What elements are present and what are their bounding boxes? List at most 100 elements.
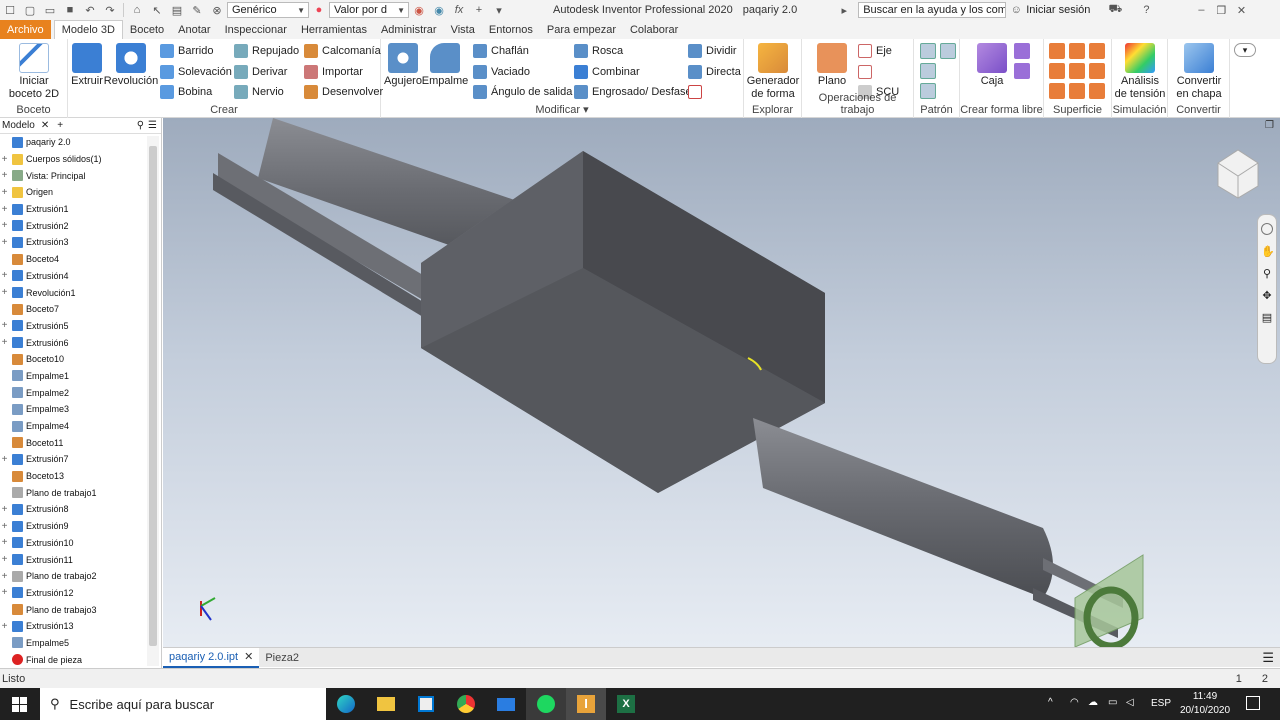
tree-item[interactable]: paqariy 2.0 [0,134,161,151]
combine-button[interactable]: Combinar [574,65,640,79]
tree-item[interactable]: + Extrusión8 [0,501,161,518]
ribbon-options-icon[interactable]: ▾ [1234,43,1256,57]
help-search-input[interactable]: Buscar en la ayuda y los comandos [858,2,1007,18]
maximize-view-icon[interactable]: ❐ [1265,120,1274,131]
clear-icon[interactable]: ◉ [432,3,446,17]
pan-icon[interactable]: ✋ [1261,245,1275,258]
surface-icon[interactable] [1049,43,1065,59]
tree-item[interactable]: + Extrusión10 [0,535,161,552]
tab-herramientas[interactable]: Herramientas [294,20,374,39]
doc-tab[interactable]: Pieza2 [259,648,305,668]
plus-icon[interactable]: + [472,3,486,17]
notifications-icon[interactable] [1246,696,1260,710]
thread-button[interactable]: Rosca [574,44,623,58]
expand-icon[interactable]: + [0,237,9,248]
measure-icon[interactable]: ✎ [190,3,204,17]
tab-entornos[interactable]: Entornos [482,20,540,39]
open-icon[interactable]: ▭ [43,3,57,17]
shape-generator-button[interactable]: Generador de forma [746,43,800,101]
battery-icon[interactable]: ▭ [1108,697,1117,708]
orbit-icon[interactable]: ✥ [1261,289,1273,302]
direct-button[interactable]: Directa [688,65,741,79]
cart-icon[interactable]: ⛟ [1108,3,1123,17]
store-icon[interactable] [406,688,446,720]
look-at-icon[interactable]: ▤ [1261,311,1273,324]
import-button[interactable]: Importar [304,65,363,79]
browser-tab[interactable]: Modelo [2,120,35,131]
mirror-icon[interactable] [940,43,956,59]
inventor-icon[interactable]: I [566,688,606,720]
fx-icon[interactable]: fx [452,3,466,17]
expand-icon[interactable]: ▸ [837,3,851,17]
extrude-button[interactable]: Extruir [70,43,104,88]
tab-modelo-3d[interactable]: Modelo 3D [53,20,123,39]
tree-item[interactable]: Plano de trabajo3 [0,601,161,618]
freeform-icon[interactable] [1014,63,1030,79]
tree-item[interactable]: + Extrusión11 [0,551,161,568]
steering-wheel-icon[interactable] [1261,223,1273,235]
expand-icon[interactable]: + [0,320,9,331]
undo-icon[interactable]: ↶ [83,3,97,17]
tabs-menu-icon[interactable]: ☰ [1262,650,1274,666]
rib-button[interactable]: Nervio [234,85,284,99]
expand-icon[interactable]: + [0,154,9,165]
windows-start-icon[interactable] [12,697,27,712]
expand-icon[interactable]: + [0,337,9,348]
appearance-select[interactable]: Valor por d ▼ [329,2,409,18]
shell-button[interactable]: Vaciado [473,65,530,79]
surface-icon[interactable] [1049,83,1065,99]
select-icon[interactable]: ↖ [150,3,164,17]
sweep-button[interactable]: Barrido [160,44,213,58]
material-select[interactable]: Genérico ▼ [227,2,309,18]
rect-pattern-icon[interactable] [920,43,936,59]
tree-item[interactable]: + Extrusión9 [0,518,161,535]
volume-icon[interactable]: ◁ [1126,697,1134,708]
hole-button[interactable]: Agujero [384,43,422,88]
spotify-icon[interactable] [526,688,566,720]
browser-scrollbar[interactable] [147,136,159,666]
tree-item[interactable]: + Extrusión1 [0,201,161,218]
network-icon[interactable]: ◠ [1070,697,1079,708]
surface-icon[interactable] [1089,43,1105,59]
home-icon[interactable]: ⌂ [130,3,144,17]
emboss-button[interactable]: Repujado [234,44,299,58]
tab-boceto[interactable]: Boceto [123,20,171,39]
search-icon[interactable]: ⚲ [137,120,144,131]
expand-icon[interactable]: + [0,571,9,582]
scroll-thumb[interactable] [149,146,157,646]
coil-button[interactable]: Bobina [160,85,212,99]
surface-icon[interactable] [1049,63,1065,79]
split-button[interactable]: Dividir [688,44,737,58]
tree-item[interactable]: + Extrusión12 [0,585,161,602]
expand-icon[interactable]: + [0,270,9,281]
tree-item[interactable]: + Extrusión3 [0,234,161,251]
loft-button[interactable]: Solevación [160,65,232,79]
expand-icon[interactable]: + [0,521,9,532]
decal-button[interactable]: Calcomanía [304,44,381,58]
tree-item[interactable]: Empalme5 [0,635,161,652]
surface-icon[interactable] [1069,83,1085,99]
tree-item[interactable]: Plano de trabajo1 [0,484,161,501]
sketch-pattern-icon[interactable] [920,83,936,99]
tree-item[interactable]: + Extrusión5 [0,318,161,335]
expand-icon[interactable]: + [0,587,9,598]
chamfer-button[interactable]: Chaflán [473,44,529,58]
tree-item[interactable]: + Vista: Principal [0,167,161,184]
new-icon[interactable]: ▢ [23,3,37,17]
mail-icon[interactable] [486,688,526,720]
expand-icon[interactable]: + [0,187,9,198]
language-indicator[interactable]: ESP [1151,698,1171,709]
doc-tab-active[interactable]: paqariy 2.0.ipt ✕ [163,647,260,668]
unwrap-button[interactable]: Desenvolver [304,85,383,99]
taskbar-search[interactable]: ⚲ Escribe aquí para buscar [40,688,326,720]
close-tab-icon[interactable]: ✕ [244,650,253,663]
app-menu-icon[interactable]: ☐ [3,3,17,17]
circ-pattern-icon[interactable] [920,63,936,79]
surface-icon[interactable] [1069,63,1085,79]
tree-item[interactable]: Final de pieza [0,651,161,668]
convert-sheet-button[interactable]: Convertir en chapa [1170,43,1228,101]
customize-icon[interactable]: ▾ [492,3,506,17]
expand-icon[interactable]: + [0,554,9,565]
expand-icon[interactable]: + [0,220,9,231]
surface-icon[interactable] [1089,63,1105,79]
